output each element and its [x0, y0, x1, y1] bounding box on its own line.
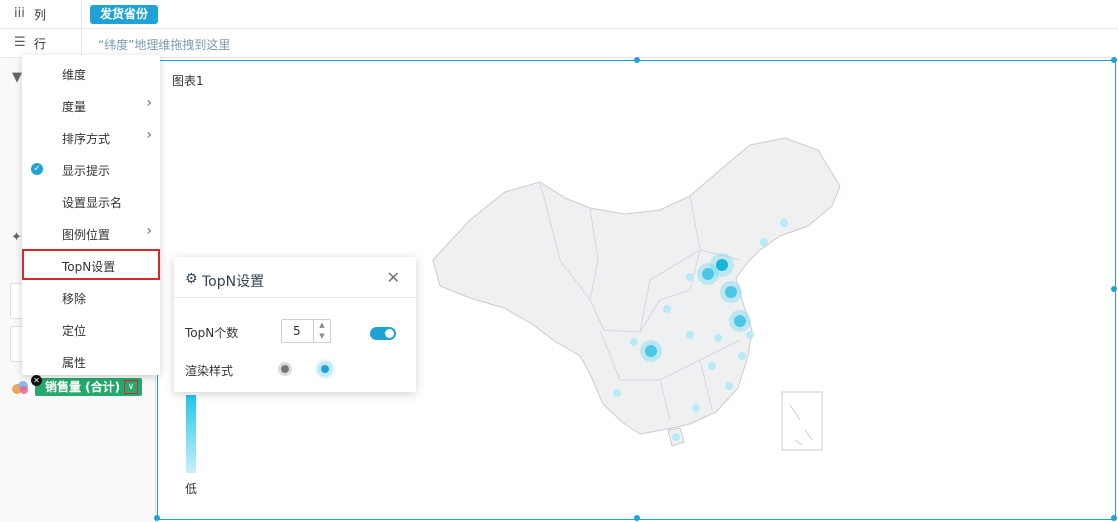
context-menu: 维度 度量 › 排序方式 › ✓ 显示提示 设置显示名 图例位置 › TopN设… [22, 55, 160, 375]
topn-count-stepper[interactable]: 5 ▲ ▼ [281, 319, 331, 343]
map-point [686, 273, 694, 281]
topn-settings-panel: ⚙ TopN设置 ✕ TopN个数 5 ▲ ▼ 渲染样式 [174, 257, 416, 392]
top-point [729, 310, 751, 332]
divider [174, 297, 416, 298]
menu-item-legend-position[interactable]: 图例位置 › [22, 217, 160, 248]
stepper-arrows-icon[interactable]: ▲ ▼ [313, 320, 330, 342]
toggle-knob [385, 329, 394, 338]
menu-item-properties[interactable]: 属性 [22, 345, 160, 376]
map-point [613, 389, 621, 397]
menu-item-label: 显示提示 [62, 164, 111, 178]
gear-icon: ⚙ [185, 271, 198, 287]
map-inset-box [781, 391, 823, 451]
map-region [432, 137, 841, 435]
menu-item-label: 图例位置 [62, 228, 111, 242]
map-point [738, 352, 746, 360]
map-point [725, 382, 733, 390]
map-point [760, 238, 768, 246]
remove-icon[interactable]: ✕ [31, 375, 42, 386]
map-point [708, 362, 716, 370]
menu-item-label: 定位 [62, 324, 87, 338]
legend-gradient [186, 395, 196, 473]
top-point [720, 281, 742, 303]
menu-item-label: 维度 [62, 68, 87, 82]
render-style-label: 渲染样式 [185, 364, 234, 378]
map-point [663, 305, 671, 313]
check-icon: ✓ [31, 163, 43, 175]
menu-item-display-name[interactable]: 设置显示名 [22, 185, 160, 216]
menu-item-show-tooltip[interactable]: ✓ 显示提示 [22, 153, 160, 184]
map-point [630, 338, 638, 346]
menu-item-label: 设置显示名 [62, 196, 123, 210]
map-point [714, 334, 722, 342]
menu-item-sort[interactable]: 排序方式 › [22, 121, 160, 152]
top-point [697, 263, 719, 285]
map-point [780, 219, 788, 227]
topn-count-label: TopN个数 [185, 326, 239, 340]
render-style-glow-radio[interactable] [318, 362, 332, 376]
menu-item-label: 排序方式 [62, 132, 111, 146]
map-point [672, 433, 680, 441]
chevron-right-icon: › [146, 127, 152, 143]
menu-item-dimension[interactable]: 维度 [22, 57, 160, 88]
chevron-right-icon: › [146, 223, 152, 239]
menu-item-label: 度量 [62, 100, 87, 114]
menu-item-remove[interactable]: 移除 [22, 281, 160, 312]
radio-dot [321, 365, 329, 373]
menu-item-label: 移除 [62, 292, 87, 306]
close-icon[interactable]: ✕ [387, 268, 400, 287]
menu-item-topn[interactable]: TopN设置 [22, 249, 160, 280]
legend-low-label: 低 [185, 482, 198, 496]
top-point [640, 340, 662, 362]
render-style-plain-radio[interactable] [278, 362, 292, 376]
menu-item-measure[interactable]: 度量 › [22, 89, 160, 120]
menu-item-label: TopN设置 [62, 260, 116, 274]
map-point [692, 404, 700, 412]
chevron-right-icon: › [146, 95, 152, 111]
map-point [746, 331, 754, 339]
menu-item-label: 属性 [62, 356, 87, 370]
radio-dot [281, 365, 289, 373]
menu-item-locate[interactable]: 定位 [22, 313, 160, 344]
panel-title: TopN设置 [202, 274, 265, 290]
topn-toggle[interactable] [370, 327, 396, 340]
topn-count-value: 5 [293, 324, 301, 338]
china-map [432, 137, 841, 451]
map-point [686, 331, 694, 339]
